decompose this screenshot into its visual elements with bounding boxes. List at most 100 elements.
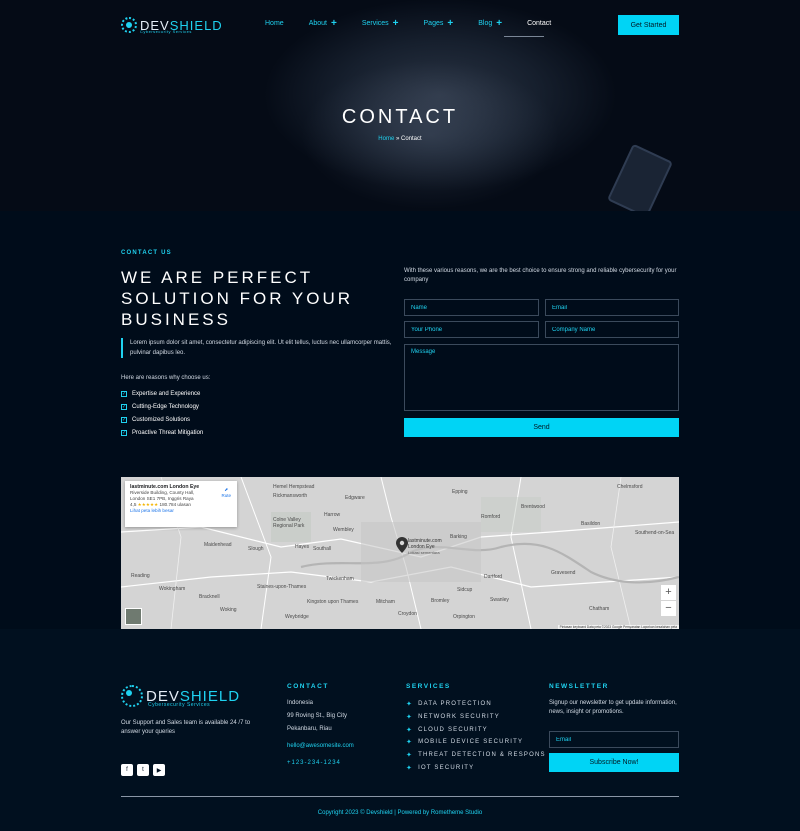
diamond-icon: ✦ xyxy=(406,739,414,747)
zoom-out-button[interactable]: − xyxy=(661,601,676,616)
hero-background-glow xyxy=(300,60,560,210)
footer-country: Indonesia xyxy=(287,700,314,706)
breadcrumb-current: Contact xyxy=(401,136,422,142)
send-button[interactable]: Send xyxy=(404,418,679,437)
nav-blog[interactable]: Blog + xyxy=(478,19,502,29)
list-item[interactable]: ✦ DATA PROTECTION xyxy=(406,698,546,711)
footer-services-heading: SERVICES xyxy=(406,683,451,690)
map-place-label: Epping xyxy=(452,489,468,495)
map-place-label: Hayes xyxy=(295,544,310,550)
checkbox-icon: ✓ xyxy=(121,390,127,397)
list-item[interactable]: ✦ NETWORK SECURITY xyxy=(406,711,546,724)
diamond-icon: ✦ xyxy=(406,726,414,734)
reasons-title: Here are reasons why choose us: xyxy=(121,375,211,381)
youtube-icon[interactable]: ▶ xyxy=(153,764,165,776)
message-field[interactable] xyxy=(404,344,679,411)
map-place-label: Kingston upon Thames xyxy=(307,599,359,605)
support-text: Our Support and Sales team is available … xyxy=(121,720,251,735)
list-item: ✓ Proactive Threat Mitigation xyxy=(121,429,204,436)
map-place-label: Mitcham xyxy=(376,599,395,605)
list-item[interactable]: ✦ THREAT DETECTION & RESPONS xyxy=(406,749,546,762)
larger-map-link[interactable]: Lihat peta lebih besar xyxy=(130,508,232,514)
map-place-label: Southend-on-Sea xyxy=(635,530,675,536)
facebook-icon[interactable]: f xyxy=(121,764,133,776)
list-item[interactable]: ✦ MOBILE DEVICE SECURITY xyxy=(406,736,546,749)
place-reviews[interactable]: 180.784 ulasan xyxy=(160,502,191,507)
nav-pages[interactable]: Pages + xyxy=(424,18,454,29)
list-item[interactable]: ✦ CLOUD SECURITY xyxy=(406,723,546,736)
map-place-label: Weybridge xyxy=(285,614,309,620)
map-place-label: Harrow xyxy=(324,512,341,518)
get-started-button[interactable]: Get Started xyxy=(618,15,679,35)
diamond-icon: ✦ xyxy=(406,714,414,722)
nav-contact[interactable]: Contact xyxy=(527,20,551,27)
header-logo[interactable]: DEVSHIELD Cybersecurity Services xyxy=(121,17,223,34)
site-footer xyxy=(0,629,800,831)
footer-email-link[interactable]: hello@awesomesite.com xyxy=(287,742,354,751)
map-place-label: Wokingham xyxy=(159,586,186,592)
map-place-label: Chelmsford xyxy=(617,484,643,490)
map-layer-thumbnail[interactable] xyxy=(125,608,142,625)
company-field[interactable] xyxy=(545,321,679,338)
map-place-label: Chatham xyxy=(589,606,610,612)
map-place-label: Gravesend xyxy=(551,570,576,576)
nav-about[interactable]: About + xyxy=(309,18,337,29)
map-place-label: Orpington xyxy=(453,614,475,620)
list-item: ✓ Cutting-Edge Technology xyxy=(121,403,199,410)
map-place-label: Romford xyxy=(481,514,501,520)
main-nav: Home About + Services + Pages + Blog + Conta… xyxy=(265,18,551,29)
plus-icon: + xyxy=(330,18,337,29)
nav-home[interactable]: Home xyxy=(265,20,284,27)
diamond-icon: ✦ xyxy=(406,764,414,772)
diamond-icon: ✦ xyxy=(406,701,414,709)
diamond-icon: ✦ xyxy=(406,752,414,760)
breadcrumb-home-link[interactable]: Home xyxy=(378,136,394,142)
social-links: f t ▶ xyxy=(121,764,165,776)
shield-logo-icon xyxy=(121,17,137,33)
hero-phone-image xyxy=(606,143,674,211)
footer-city: Pekanbaru, Riau xyxy=(287,726,332,732)
footer-logo[interactable]: DEVSHIELD Cybersecurity Services xyxy=(121,685,240,708)
name-field[interactable] xyxy=(404,299,539,316)
nav-active-underline xyxy=(504,36,544,37)
list-item: ✓ Expertise and Experience xyxy=(121,390,201,397)
map-place-label: Twickenham xyxy=(326,576,354,582)
newsletter-email-field[interactable] xyxy=(549,731,679,748)
phone-field[interactable] xyxy=(404,321,539,338)
map-place-label: Swanley xyxy=(490,597,509,603)
footer-phone-link[interactable]: +123-234-1234 xyxy=(287,759,341,768)
map-place-label: Rickmansworth xyxy=(273,493,308,499)
map-place-label: Woking xyxy=(220,607,237,613)
logo-tagline: Cybersecurity Services xyxy=(140,29,192,34)
shield-logo-icon xyxy=(121,685,143,707)
newsletter-text: Signup our newsletter to get update info… xyxy=(549,700,677,715)
subscribe-button[interactable]: Subscribe Now! xyxy=(549,753,679,772)
map-place-label: Hemel Hempstead xyxy=(273,484,315,490)
twitter-icon[interactable]: t xyxy=(137,764,149,776)
map-place-label: Bracknell xyxy=(199,594,220,600)
map-pin-icon[interactable] xyxy=(396,537,408,553)
map-place-label: Basildon xyxy=(581,521,601,527)
email-field[interactable] xyxy=(545,299,679,316)
list-item[interactable]: ✦ IOT SECURITY xyxy=(406,761,546,774)
logo-tagline: Cybersecurity Services xyxy=(148,702,211,708)
form-intro: With these various reasons, we are the b… xyxy=(404,268,677,283)
checkbox-icon: ✓ xyxy=(121,403,127,410)
breadcrumb-separator: » xyxy=(395,136,400,142)
footer-street: 99 Roving St., Big City xyxy=(287,713,348,719)
map-place-label: Brentwood xyxy=(521,504,545,510)
map-place-label: Dartford xyxy=(484,574,503,580)
plus-icon: + xyxy=(447,18,454,29)
map-place-label: Staines-upon-Thames xyxy=(257,584,307,590)
list-item: ✓ Customized Solutions xyxy=(121,416,191,423)
map-place-label: Southall xyxy=(313,546,332,552)
map-place-label: Croydon xyxy=(398,611,417,617)
directions-button[interactable]: ⬈ Rute xyxy=(221,487,231,499)
plus-icon: + xyxy=(392,18,399,29)
contact-headline: WE ARE PERFECT SOLUTION FOR YOUR BUSINES… xyxy=(121,268,354,329)
map-place-label: Reading xyxy=(131,573,150,579)
nav-services[interactable]: Services + xyxy=(362,18,399,29)
map-embed[interactable]: Hemel Hempstead Rickmansworth Edgware Ha… xyxy=(121,477,679,629)
map-place-label: Colne Valley Regional Park xyxy=(273,517,305,529)
zoom-in-button[interactable]: + xyxy=(661,585,676,600)
